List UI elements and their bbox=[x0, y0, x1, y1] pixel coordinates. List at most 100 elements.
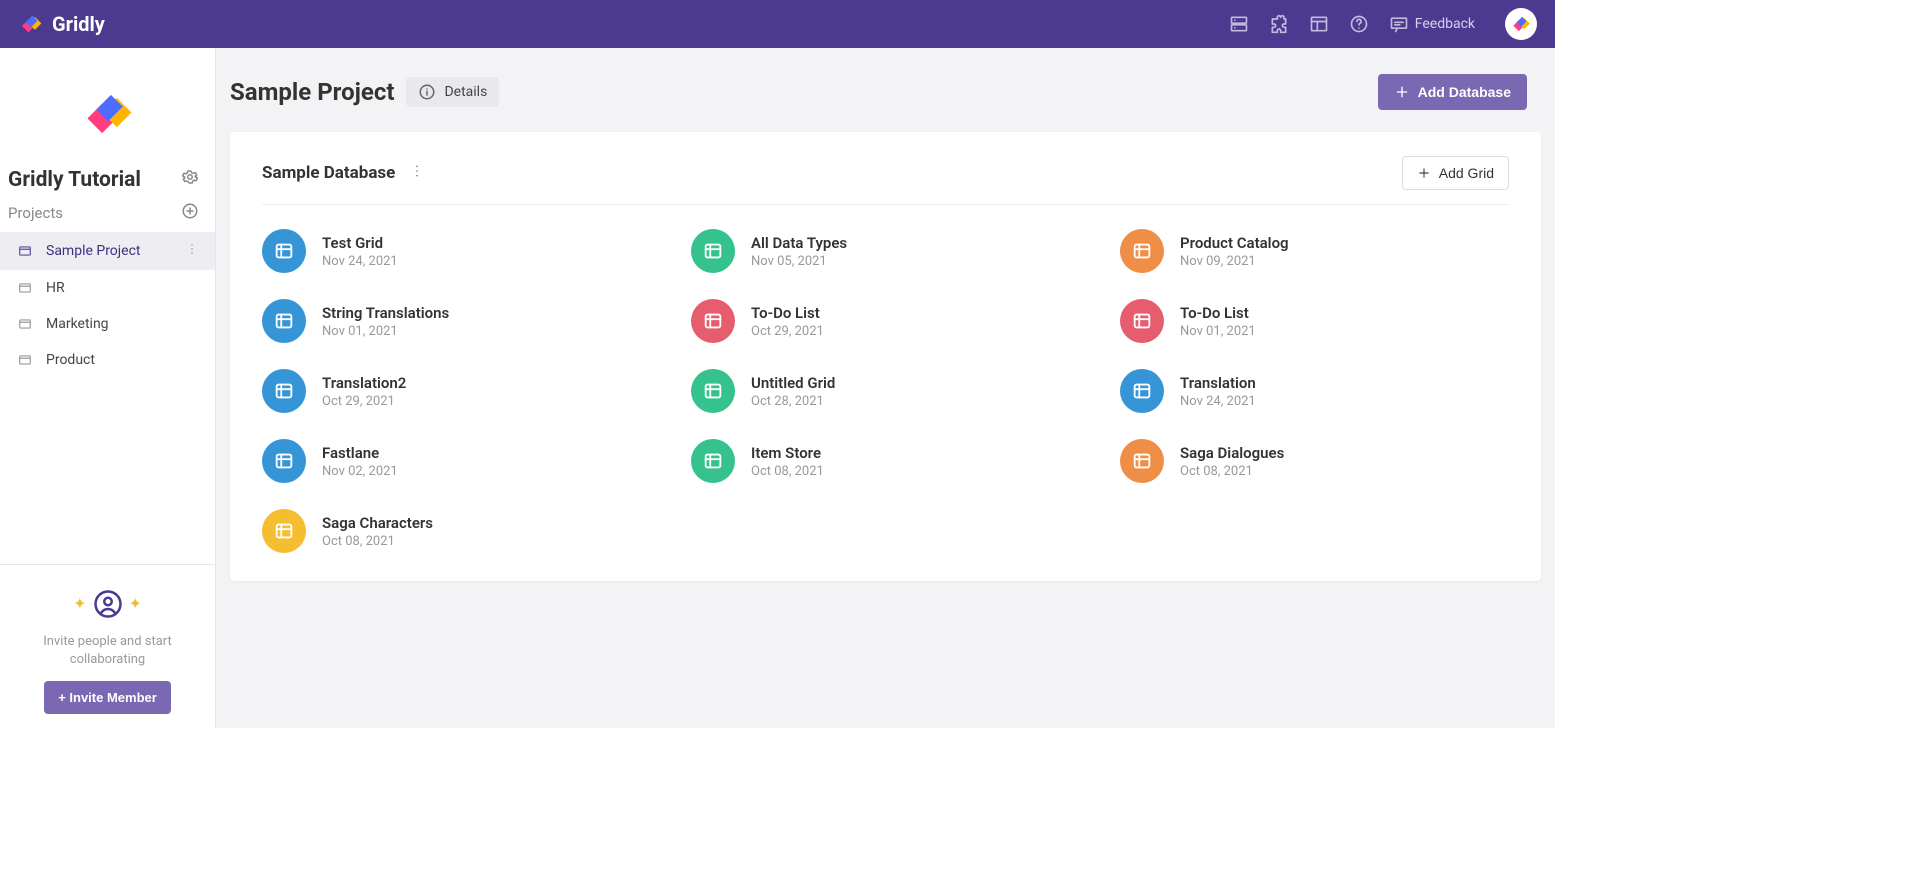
grid-meta: Translation2Oct 29, 2021 bbox=[322, 374, 406, 409]
workspace-name: Gridly Tutorial bbox=[8, 168, 141, 192]
servers-icon[interactable] bbox=[1229, 14, 1249, 34]
grid-item[interactable]: Saga Characters Oct 08, 2021 bbox=[262, 509, 651, 553]
grid-date: Nov 24, 2021 bbox=[322, 254, 398, 269]
invite-member-button[interactable]: + Invite Member bbox=[44, 681, 171, 714]
sidebar-project-item[interactable]: Marketing bbox=[0, 306, 215, 342]
main-panel: Sample Project Details Add Database Samp… bbox=[216, 48, 1555, 728]
grid-name: Saga Characters bbox=[322, 514, 433, 532]
grid-item[interactable]: Item Store Oct 08, 2021 bbox=[691, 439, 1080, 483]
grid-meta: Item Store Oct 08, 2021 bbox=[751, 444, 824, 479]
project-menu-button[interactable] bbox=[181, 242, 203, 260]
grid-icon bbox=[1120, 299, 1164, 343]
sidebar-project-item[interactable]: Product bbox=[0, 342, 215, 378]
invite-panel: ✦ ✦ Invite people and start collaboratin… bbox=[0, 564, 215, 728]
database-menu-button[interactable] bbox=[409, 163, 425, 184]
grid-date: Oct 29, 2021 bbox=[751, 324, 824, 339]
info-icon bbox=[418, 83, 436, 101]
grid-date: Nov 09, 2021 bbox=[1180, 254, 1289, 269]
grid-date: Oct 08, 2021 bbox=[322, 534, 433, 549]
project-label: HR bbox=[46, 280, 65, 296]
integrations-icon[interactable] bbox=[1269, 14, 1289, 34]
invite-text: Invite people and start collaborating bbox=[18, 633, 197, 669]
grid-date: Oct 28, 2021 bbox=[751, 394, 835, 409]
details-label: Details bbox=[444, 84, 487, 100]
sidebar-project-item[interactable]: Sample Project bbox=[0, 232, 215, 270]
projects-section-label: Projects bbox=[8, 204, 63, 222]
grid-date: Oct 29, 2021 bbox=[322, 394, 406, 409]
grid-icon bbox=[262, 369, 306, 413]
grid-meta: To-Do List Oct 29, 2021 bbox=[751, 304, 824, 339]
grid-item[interactable]: Untitled GridOct 28, 2021 bbox=[691, 369, 1080, 413]
grid-item[interactable]: To-Do List Oct 29, 2021 bbox=[691, 299, 1080, 343]
grid-icon bbox=[691, 369, 735, 413]
grid-date: Oct 08, 2021 bbox=[751, 464, 824, 479]
feedback-button[interactable]: Feedback bbox=[1389, 14, 1475, 34]
grid-item[interactable]: Test Grid Nov 24, 2021 bbox=[262, 229, 651, 273]
grid-icon bbox=[262, 439, 306, 483]
grid-name: Translation bbox=[1180, 374, 1256, 392]
help-icon[interactable] bbox=[1349, 14, 1369, 34]
grid-meta: Product CatalogNov 09, 2021 bbox=[1180, 234, 1289, 269]
layout-icon[interactable] bbox=[1309, 14, 1329, 34]
topbar-actions: Feedback bbox=[1229, 8, 1537, 40]
project-label: Marketing bbox=[46, 316, 109, 332]
project-icon bbox=[18, 244, 36, 258]
grid-date: Nov 02, 2021 bbox=[322, 464, 398, 479]
grid-meta: Translation Nov 24, 2021 bbox=[1180, 374, 1256, 409]
grid-meta: Fastlane Nov 02, 2021 bbox=[322, 444, 398, 479]
grid-name: To-Do List bbox=[751, 304, 824, 322]
project-details-button[interactable]: Details bbox=[406, 77, 499, 107]
brand-logo[interactable]: Gridly bbox=[18, 11, 105, 37]
grid-date: Nov 01, 2021 bbox=[322, 324, 449, 339]
divider bbox=[262, 204, 1509, 205]
grid-meta: To-Do List Nov 01, 2021 bbox=[1180, 304, 1256, 339]
grid-meta: Untitled GridOct 28, 2021 bbox=[751, 374, 835, 409]
add-project-button[interactable] bbox=[181, 202, 199, 224]
grid-meta: Saga Characters Oct 08, 2021 bbox=[322, 514, 433, 549]
main-header: Sample Project Details Add Database bbox=[216, 48, 1555, 132]
grid-icon bbox=[1120, 439, 1164, 483]
workspace-settings-button[interactable] bbox=[181, 168, 199, 192]
grid-item[interactable]: String Translations Nov 01, 2021 bbox=[262, 299, 651, 343]
grid-item[interactable]: Fastlane Nov 02, 2021 bbox=[262, 439, 651, 483]
grid-name: Saga Dialogues bbox=[1180, 444, 1284, 462]
add-grid-button[interactable]: Add Grid bbox=[1402, 156, 1509, 190]
project-icon bbox=[18, 281, 36, 295]
grid-item[interactable]: To-Do List Nov 01, 2021 bbox=[1120, 299, 1509, 343]
grid-date: Nov 01, 2021 bbox=[1180, 324, 1256, 339]
project-icon bbox=[18, 317, 36, 331]
grid-item[interactable]: Translation Nov 24, 2021 bbox=[1120, 369, 1509, 413]
grid-icon bbox=[262, 509, 306, 553]
brand-name: Gridly bbox=[52, 12, 105, 36]
grid-name: Test Grid bbox=[322, 234, 398, 252]
grid-name: Fastlane bbox=[322, 444, 398, 462]
grid-date: Nov 24, 2021 bbox=[1180, 394, 1256, 409]
grid-meta: String Translations Nov 01, 2021 bbox=[322, 304, 449, 339]
grid-name: String Translations bbox=[322, 304, 449, 322]
grid-name: Item Store bbox=[751, 444, 824, 462]
grid-icon bbox=[1120, 369, 1164, 413]
grid-item[interactable]: All Data TypesNov 05, 2021 bbox=[691, 229, 1080, 273]
sidebar-project-item[interactable]: HR bbox=[0, 270, 215, 306]
project-label: Product bbox=[46, 352, 95, 368]
workspace-logo bbox=[0, 48, 215, 168]
grid-item[interactable]: Product CatalogNov 09, 2021 bbox=[1120, 229, 1509, 273]
grid-icon bbox=[691, 229, 735, 273]
grid-name: To-Do List bbox=[1180, 304, 1256, 322]
project-label: Sample Project bbox=[46, 243, 140, 259]
grid-icon bbox=[1120, 229, 1164, 273]
grid-item[interactable]: Translation2Oct 29, 2021 bbox=[262, 369, 651, 413]
feedback-icon bbox=[1389, 14, 1409, 34]
grid-icon bbox=[691, 299, 735, 343]
add-database-button[interactable]: Add Database bbox=[1378, 74, 1527, 110]
topbar: Gridly Feedback bbox=[0, 0, 1555, 48]
grid-name: All Data Types bbox=[751, 234, 847, 252]
sidebar: Gridly Tutorial Projects Sample Project H… bbox=[0, 48, 216, 728]
feedback-label: Feedback bbox=[1415, 16, 1475, 32]
grid-meta: Test Grid Nov 24, 2021 bbox=[322, 234, 398, 269]
grids-container: Test GridNov 24, 2021All Data TypesNov 0… bbox=[262, 229, 1509, 553]
user-avatar[interactable] bbox=[1505, 8, 1537, 40]
database-card: Sample Database Add Grid Test GridNov 24… bbox=[230, 132, 1541, 581]
add-database-label: Add Database bbox=[1418, 84, 1511, 100]
grid-item[interactable]: Saga DialoguesOct 08, 2021 bbox=[1120, 439, 1509, 483]
